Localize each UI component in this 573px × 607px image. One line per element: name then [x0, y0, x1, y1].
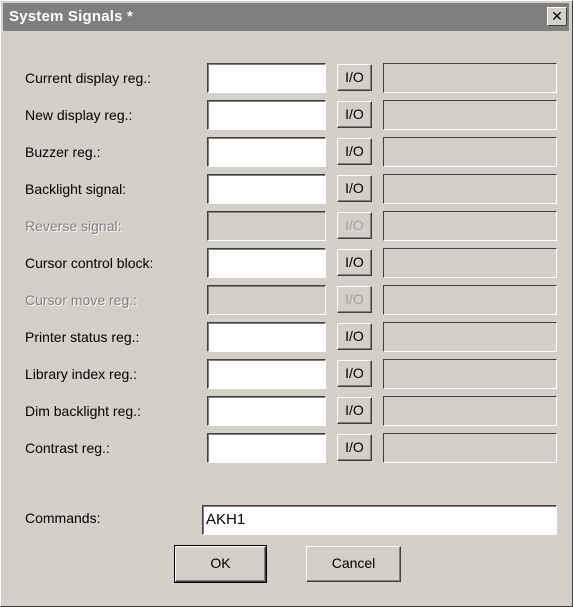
signal-row: Library index reg.: I/O	[1, 359, 573, 389]
signal-row: Reverse signal: I/O	[1, 211, 573, 241]
signal-register-input[interactable]	[207, 433, 326, 463]
io-button[interactable]: I/O	[337, 101, 372, 128]
io-button[interactable]: I/O	[337, 323, 372, 350]
signal-row: Backlight signal: I/O	[1, 174, 573, 204]
signal-register-input[interactable]	[207, 100, 326, 130]
io-button: I/O	[337, 286, 372, 313]
signal-readonly-display	[383, 211, 557, 241]
signal-row: Contrast reg.: I/O	[1, 433, 573, 463]
signal-row: Printer status reg.: I/O	[1, 322, 573, 352]
signal-register-input[interactable]	[207, 137, 326, 167]
cancel-button[interactable]: Cancel	[306, 546, 401, 582]
signal-row: Buzzer reg.: I/O	[1, 137, 573, 167]
signal-readonly-display	[383, 100, 557, 130]
io-button[interactable]: I/O	[337, 360, 372, 387]
system-signals-dialog: System Signals * ✕ Current display reg.:…	[0, 0, 573, 607]
signal-readonly-display	[383, 322, 557, 352]
signal-label: Backlight signal:	[25, 181, 127, 197]
signal-row: Dim backlight reg.: I/O	[1, 396, 573, 426]
signal-register-input[interactable]	[207, 248, 326, 278]
io-button[interactable]: I/O	[337, 175, 372, 202]
signal-label: Cursor control block:	[25, 255, 154, 271]
signal-label: Library index reg.:	[25, 366, 138, 382]
signal-label: Cursor move reg.:	[25, 292, 138, 308]
signal-row: Cursor move reg.: I/O	[1, 285, 573, 315]
signal-readonly-display	[383, 174, 557, 204]
signal-readonly-display	[383, 137, 557, 167]
commands-label: Commands:	[25, 510, 101, 526]
io-button[interactable]: I/O	[337, 64, 372, 91]
io-button: I/O	[337, 212, 372, 239]
signal-register-input[interactable]	[207, 396, 326, 426]
signal-readonly-display	[383, 285, 557, 315]
signal-register-input[interactable]	[207, 359, 326, 389]
io-button[interactable]: I/O	[337, 434, 372, 461]
io-button[interactable]: I/O	[337, 249, 372, 276]
commands-input[interactable]: AKH1	[202, 505, 557, 535]
window-title: System Signals *	[9, 8, 134, 25]
title-bar[interactable]: System Signals * ✕	[3, 3, 569, 31]
signal-label: Printer status reg.:	[25, 329, 140, 345]
signal-row: New display reg.: I/O	[1, 100, 573, 130]
ok-button[interactable]: OK	[174, 545, 267, 583]
close-icon: ✕	[551, 8, 563, 24]
close-button[interactable]: ✕	[547, 7, 567, 26]
signal-label: Dim backlight reg.:	[25, 403, 141, 419]
signal-label: New display reg.:	[25, 107, 133, 123]
signal-readonly-display	[383, 359, 557, 389]
signal-readonly-display	[383, 63, 557, 93]
signal-label: Buzzer reg.:	[25, 144, 101, 160]
signal-register-input[interactable]	[207, 322, 326, 352]
signal-row: Cursor control block: I/O	[1, 248, 573, 278]
signal-label: Contrast reg.:	[25, 440, 110, 456]
signal-label: Reverse signal:	[25, 218, 122, 234]
signal-register-input[interactable]	[207, 63, 326, 93]
signal-readonly-display	[383, 248, 557, 278]
signal-register-input[interactable]	[207, 174, 326, 204]
io-button[interactable]: I/O	[337, 138, 372, 165]
io-button[interactable]: I/O	[337, 397, 372, 424]
signal-label: Current display reg.:	[25, 70, 152, 86]
signal-row: Current display reg.: I/O	[1, 63, 573, 93]
signal-readonly-display	[383, 396, 557, 426]
signal-readonly-display	[383, 433, 557, 463]
signal-register-input	[207, 285, 326, 315]
signal-register-input	[207, 211, 326, 241]
